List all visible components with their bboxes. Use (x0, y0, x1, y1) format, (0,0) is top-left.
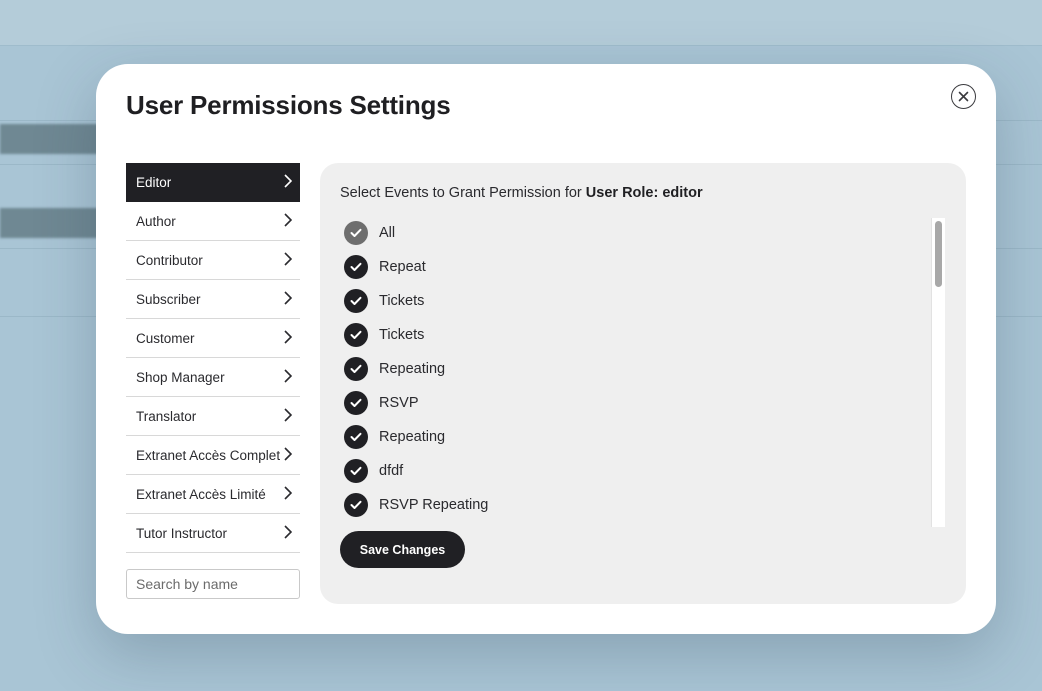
close-button[interactable] (951, 84, 976, 109)
role-item-tutor-instructor[interactable]: Tutor Instructor (126, 514, 300, 553)
chevron-right-icon (284, 486, 292, 500)
event-checkbox[interactable]: Repeating (344, 352, 934, 386)
permissions-panel: Select Events to Grant Permission for Us… (320, 163, 966, 604)
role-item-customer[interactable]: Customer (126, 319, 300, 358)
background-button (0, 124, 110, 154)
role-item-extranet-acces-limite[interactable]: Extranet Accès Limité (126, 475, 300, 514)
chevron-right-icon (284, 213, 292, 227)
check-icon (344, 255, 368, 279)
permissions-modal: User Permissions Settings Editor Author … (96, 64, 996, 634)
check-icon (344, 357, 368, 381)
event-checkbox[interactable]: Repeating (344, 420, 934, 454)
event-checkbox[interactable]: Repeat (344, 250, 934, 284)
event-checkbox[interactable]: dfdf (344, 454, 934, 488)
check-icon (344, 425, 368, 449)
event-list: All Repeat Tickets Tickets Repeating RSV… (344, 216, 934, 526)
chevron-right-icon (284, 369, 292, 383)
panel-heading: Select Events to Grant Permission for Us… (340, 185, 703, 201)
event-checkbox[interactable]: Tickets (344, 318, 934, 352)
role-label: Extranet Accès Complet (136, 448, 281, 463)
check-icon (344, 459, 368, 483)
role-item-author[interactable]: Author (126, 202, 300, 241)
save-changes-button[interactable]: Save Changes (340, 531, 465, 568)
event-label: RSVP Repeating (379, 497, 489, 513)
check-icon (344, 323, 368, 347)
event-label: dfdf (379, 463, 404, 479)
event-label: RSVP (379, 395, 419, 411)
role-label: Translator (136, 409, 197, 424)
role-item-contributor[interactable]: Contributor (126, 241, 300, 280)
role-label: Tutor Instructor (136, 526, 228, 541)
event-label: Repeating (379, 361, 446, 377)
chevron-right-icon (284, 252, 292, 266)
search-input[interactable] (126, 569, 300, 599)
chevron-right-icon (284, 447, 292, 461)
check-icon (344, 391, 368, 415)
event-checkbox[interactable]: RSVP Repeating (344, 488, 934, 522)
event-list-scrollbar[interactable] (931, 218, 945, 527)
modal-title: User Permissions Settings (126, 90, 451, 120)
event-label: Tickets (379, 327, 425, 343)
check-icon (344, 493, 368, 517)
role-label: Shop Manager (136, 370, 225, 385)
check-icon (344, 221, 368, 245)
event-label: Tickets (379, 293, 425, 309)
role-label: Editor (136, 175, 172, 190)
event-checkbox[interactable]: RSVP (344, 386, 934, 420)
role-label: Contributor (136, 253, 203, 268)
event-label: Repeat (379, 259, 426, 275)
role-item-subscriber[interactable]: Subscriber (126, 280, 300, 319)
role-item-extranet-acces-complet[interactable]: Extranet Accès Complet (126, 436, 300, 475)
role-label: Subscriber (136, 292, 201, 307)
chevron-right-icon (284, 525, 292, 539)
role-item-shop-manager[interactable]: Shop Manager (126, 358, 300, 397)
chevron-right-icon (284, 330, 292, 344)
chevron-right-icon (284, 291, 292, 305)
check-icon (344, 289, 368, 313)
role-item-editor[interactable]: Editor (126, 163, 300, 202)
role-list: Editor Author Contributor Subscriber Cus… (126, 163, 300, 553)
chevron-right-icon (284, 408, 292, 422)
background-header (0, 0, 1042, 46)
event-label: Repeating (379, 429, 446, 445)
heading-prefix: Select Events to Grant Permission for (340, 185, 586, 201)
close-icon (958, 91, 969, 102)
event-checkbox[interactable]: Tickets (344, 284, 934, 318)
role-item-translator[interactable]: Translator (126, 397, 300, 436)
role-label: Extranet Accès Limité (136, 487, 266, 502)
role-label: Author (136, 214, 176, 229)
chevron-right-icon (284, 174, 292, 188)
role-label: Customer (136, 331, 195, 346)
heading-role: User Role: editor (585, 185, 703, 201)
event-label: All (379, 225, 396, 241)
event-checkbox-all[interactable]: All (344, 216, 934, 250)
scrollbar-thumb[interactable] (935, 221, 942, 287)
background-button (0, 208, 110, 238)
